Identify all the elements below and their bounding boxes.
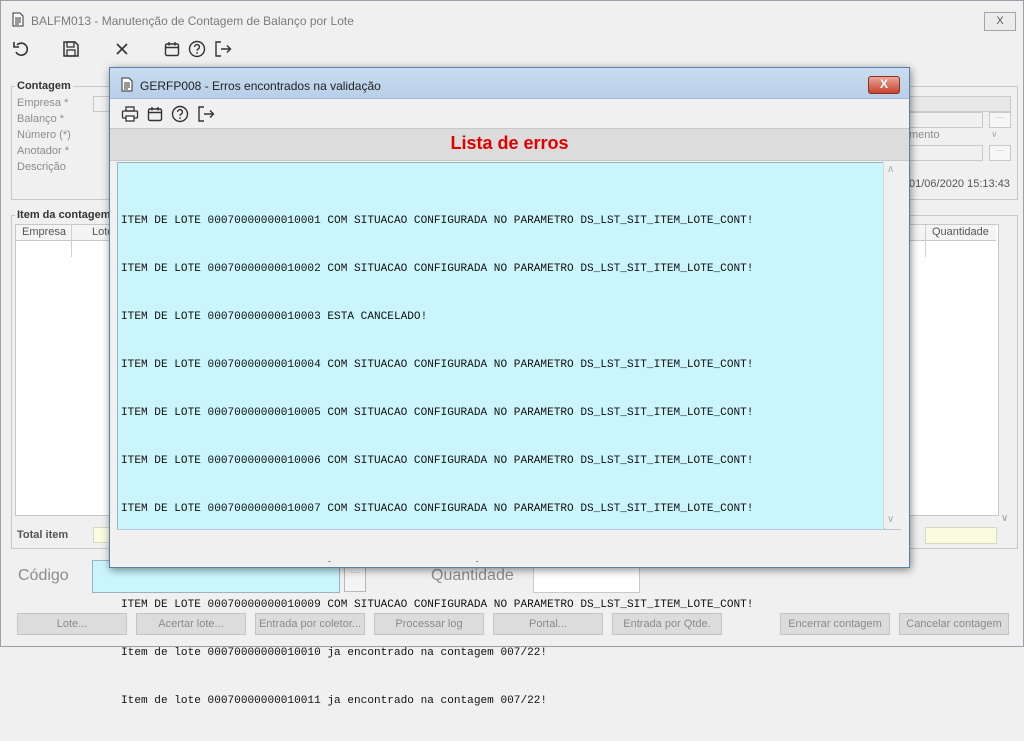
col-divider — [71, 225, 72, 257]
col-divider — [925, 225, 926, 257]
errors-list-title: Lista de erros — [450, 133, 569, 153]
exit-icon[interactable] — [195, 103, 217, 125]
help-icon[interactable] — [169, 103, 191, 125]
error-line: ITEM DE LOTE 00070000000010003 ESTA CANC… — [121, 311, 428, 323]
calendar-icon[interactable] — [161, 38, 183, 60]
error-line: ITEM DE LOTE 00070000000010001 COM SITUA… — [121, 215, 754, 227]
total-quantidade-field — [925, 527, 997, 544]
exit-icon[interactable] — [212, 38, 234, 60]
scroll-down-icon[interactable]: ∨ — [887, 514, 894, 525]
anotador-right-field[interactable] — [909, 145, 983, 161]
errors-dialog: GERFP008 - Erros encontrados na validaçã… — [109, 67, 910, 707]
contagem-legend: Contagem — [15, 80, 73, 92]
save-icon[interactable] — [60, 38, 82, 60]
dialog-titlebar: GERFP008 - Erros encontrados na validaçã… — [110, 68, 909, 99]
undo-icon[interactable] — [10, 38, 32, 60]
itens-scrollbar[interactable] — [999, 229, 1013, 529]
cancel-icon[interactable] — [111, 38, 133, 60]
chevron-down-icon[interactable]: ∨ — [991, 129, 1007, 141]
descricao-label: Descrição — [17, 161, 66, 173]
scroll-up-icon[interactable]: ∧ — [887, 164, 894, 175]
anotador-lookup-button[interactable]: ··· — [989, 145, 1011, 161]
error-line: ITEM DE LOTE 00070000000010005 COM SITUA… — [121, 407, 754, 419]
balanco-label: Balanço * — [17, 113, 65, 125]
dialog-close-button[interactable]: X — [868, 76, 900, 94]
col-quantidade[interactable]: Quantidade — [932, 226, 989, 238]
contagem-right-field[interactable] — [909, 96, 1011, 112]
main-window-title: BALFM013 - Manutenção de Contagem de Bal… — [31, 14, 354, 28]
document-icon — [121, 77, 133, 95]
dialog-status-bar — [117, 529, 901, 561]
errors-text-area[interactable]: ITEM DE LOTE 00070000000010001 COM SITUA… — [117, 162, 885, 707]
lote-button[interactable]: Lote... — [17, 613, 127, 635]
anotador-label: Anotador * — [17, 145, 69, 157]
error-line: ITEM DE LOTE 00070000000010004 COM SITUA… — [121, 359, 754, 371]
encerrar-contagem-button[interactable]: Encerrar contagem — [780, 613, 890, 635]
codigo-label: Código — [18, 567, 69, 584]
dialog-title: GERFP008 - Erros encontrados na validaçã… — [140, 79, 381, 93]
error-line: ITEM DE LOTE 00070000000010007 COM SITUA… — [121, 503, 754, 515]
calendar-icon[interactable] — [144, 103, 166, 125]
error-line: Item de lote 00070000000010011 ja encont… — [121, 695, 548, 707]
errors-scrollbar[interactable]: ∧ ∨ — [883, 162, 902, 528]
error-line: Item de lote 00070000000010010 ja encont… — [121, 647, 548, 659]
numero-label: Número (*) — [17, 129, 71, 141]
error-line: ITEM DE LOTE 00070000000010009 COM SITUA… — [121, 599, 754, 611]
total-item-label: Total item — [17, 529, 69, 541]
cancelar-contagem-button[interactable]: Cancelar contagem — [899, 613, 1009, 635]
main-titlebar: BALFM013 - Manutenção de Contagem de Bal… — [1, 1, 1023, 37]
scroll-down-icon[interactable]: ∨ — [1001, 513, 1008, 524]
errors-list: ITEM DE LOTE 00070000000010001 COM SITUA… — [121, 181, 753, 741]
datetime-value: 01/06/2020 15:13:43 — [909, 178, 1010, 190]
itens-legend: Item da contagem — [15, 209, 113, 221]
col-empresa[interactable]: Empresa — [22, 226, 66, 238]
balanco-right-field[interactable] — [909, 112, 983, 128]
error-line: ITEM DE LOTE 00070000000010006 COM SITUA… — [121, 455, 754, 467]
dialog-toolbar — [110, 99, 909, 128]
help-icon[interactable] — [186, 38, 208, 60]
balanco-lookup-button[interactable]: ··· — [989, 112, 1011, 128]
error-line: ITEM DE LOTE 00070000000010002 COM SITUA… — [121, 263, 754, 275]
document-icon — [12, 12, 24, 30]
empresa-label: Empresa * — [17, 97, 69, 109]
dialog-header: Lista de erros — [110, 128, 909, 161]
main-close-button[interactable]: X — [984, 12, 1016, 31]
print-icon[interactable] — [119, 103, 141, 125]
tipo-label-fragment: mento — [909, 129, 940, 141]
